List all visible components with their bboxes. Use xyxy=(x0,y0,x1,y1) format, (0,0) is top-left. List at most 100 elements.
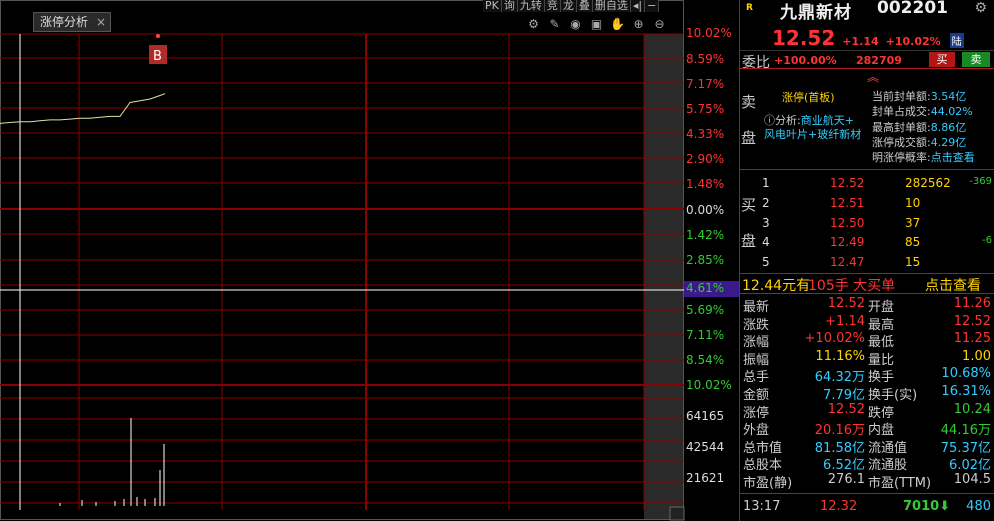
quote-label: 内盘 xyxy=(868,423,895,439)
quote-label: 流通股 xyxy=(868,458,908,474)
quote-label: 总市值 xyxy=(743,440,783,456)
quote-value: 75.37亿 xyxy=(940,440,991,456)
quote-label: 换手 xyxy=(868,370,895,386)
right-pane-bg xyxy=(644,34,684,520)
quote-row: 涨停 12.52 跌停 10.24 xyxy=(740,402,994,421)
quote-row: 总股本 6.52亿 流通股 6.02亿 xyxy=(740,454,994,474)
gear-icon[interactable]: ⚙ xyxy=(974,0,987,16)
overlay-button[interactable]: 叠 xyxy=(576,0,593,12)
big-order-row[interactable]: 12.44元有 105手 大买单 点击查看 xyxy=(740,274,994,294)
bid-change: -369 xyxy=(969,176,992,187)
quote-label: 总手 xyxy=(743,370,770,386)
buy-row[interactable]: 1 12.52 282562 -369 xyxy=(740,176,994,195)
zoom-out-icon[interactable]: ⊖ xyxy=(651,16,668,33)
stat-value: 3.54亿 xyxy=(930,90,967,103)
crosshair-value: 4.61% xyxy=(684,281,739,297)
sell-side-label: 盘 xyxy=(741,129,757,147)
buy-row[interactable]: 2 12.51 10 xyxy=(740,196,994,215)
buy-row[interactable]: 5 12.47 15 xyxy=(740,255,994,274)
bid-qty: 85 xyxy=(905,235,921,249)
quote-label: 振幅 xyxy=(743,352,770,368)
level: 3 xyxy=(762,216,770,230)
axis-label: 10.02% xyxy=(686,26,732,40)
analysis-prefix: ⓘ分析: xyxy=(764,114,801,127)
quote-label: 开盘 xyxy=(868,300,895,315)
eye-icon[interactable]: ◉ xyxy=(567,16,584,33)
inquiry-button[interactable]: 询 xyxy=(501,0,518,12)
buy-row[interactable]: 3 12.50 37 xyxy=(740,216,994,235)
stat-key: 最高封单额: xyxy=(872,121,931,134)
bid-qty: 37 xyxy=(905,216,921,230)
auction-button[interactable]: 竞 xyxy=(544,0,561,12)
minimize-button[interactable]: − xyxy=(645,0,660,12)
tick-volume: 7010⬇ xyxy=(903,499,950,514)
remove-watchlist-button[interactable]: 删自选 xyxy=(592,0,631,12)
tick-price: 12.32 xyxy=(820,499,858,514)
stat-value: 8.86亿 xyxy=(930,121,967,134)
sell-button[interactable]: 卖 xyxy=(962,52,990,67)
quote-value: 11.16% xyxy=(815,348,865,364)
quote-label: 外盘 xyxy=(743,423,770,439)
quote-value: 20.16万 xyxy=(814,423,865,439)
big-order-link[interactable]: 点击查看 xyxy=(925,275,981,295)
zoom-in-icon[interactable]: ⊕ xyxy=(630,16,647,33)
tick-seq: 480 xyxy=(966,499,991,514)
bid-price: 12.50 xyxy=(830,216,865,230)
briefcase-icon[interactable]: ▣ xyxy=(588,16,605,33)
quote-row: 总手 64.32万 换手 10.68% xyxy=(740,366,994,386)
quote-value: 104.5 xyxy=(953,472,991,487)
tab-limit-up-analysis[interactable]: 涨停分析 × xyxy=(33,12,111,32)
bid-qty: 282562 xyxy=(905,176,951,190)
stat-line[interactable]: 明涨停概率:点击查看 xyxy=(872,149,975,165)
price-change: +1.14 xyxy=(842,35,879,48)
price-axis: 10.02% 8.59% 7.17% 5.75% 4.33% 2.90% 1.4… xyxy=(684,0,739,521)
bid-price: 12.47 xyxy=(830,255,865,269)
quote-label: 涨停 xyxy=(743,405,770,421)
quote-value: 12.52 xyxy=(827,296,865,311)
quote-label: 总股本 xyxy=(743,458,783,474)
stat-value[interactable]: 点击查看 xyxy=(931,151,975,164)
settings-icon[interactable]: ⚙ xyxy=(525,16,542,33)
hand-icon[interactable]: ✋ xyxy=(609,16,626,33)
price-change-pct: +10.02% xyxy=(885,35,941,48)
analysis-tag[interactable]: 风电叶片+玻纤新材 xyxy=(764,128,861,141)
quote-value: 10.68% xyxy=(941,366,991,382)
quote-label: 市盈(静) xyxy=(743,476,793,491)
quote-label: 金额 xyxy=(743,388,770,403)
stock-header: R 九鼎新材 002201 ⚙ xyxy=(740,0,994,23)
nine-turn-button[interactable]: 九转 xyxy=(517,0,545,12)
axis-label: 2.90% xyxy=(686,152,725,166)
volume-axis-label: 64165 xyxy=(686,409,725,423)
quote-row: 最新 12.52 开盘 11.26 xyxy=(740,296,994,315)
quote-value: 16.31% xyxy=(941,384,991,399)
top-toolbar: PK 询 九转 竞 龙 叠 删自选 ◂| − xyxy=(483,0,660,12)
axis-label: 8.54% xyxy=(686,353,725,367)
quote-row: 振幅 11.16% 量比 1.00 xyxy=(740,348,994,368)
volume-axis-label: 42544 xyxy=(686,440,725,454)
big-order-price: 12.44元有 xyxy=(742,278,811,294)
collapse-button[interactable]: ◂| xyxy=(630,0,646,12)
pk-button[interactable]: PK xyxy=(483,0,502,12)
volume-axis-label: 21621 xyxy=(686,471,725,485)
axis-label: 0.00% xyxy=(686,203,725,217)
chevron-up-icon[interactable]: ︽ xyxy=(867,68,879,85)
close-icon[interactable]: × xyxy=(96,13,106,31)
intraday-chart[interactable]: B xyxy=(0,0,739,521)
buy-button[interactable]: 买 xyxy=(929,52,955,67)
stat-key: 涨停成交额: xyxy=(872,136,931,149)
stock-name[interactable]: 九鼎新材 xyxy=(780,0,852,23)
arrow-down-icon: ⬇ xyxy=(939,499,951,514)
stock-code[interactable]: 002201 xyxy=(877,0,948,18)
stat-key: 当前封单额: xyxy=(872,90,931,103)
bid-qty: 10 xyxy=(905,196,921,210)
draw-icon[interactable]: ✎ xyxy=(546,16,563,33)
quote-value: 276.1 xyxy=(827,472,865,487)
market-tag: 陆 xyxy=(949,33,964,48)
analysis-tag[interactable]: 商业航天+ xyxy=(801,114,854,127)
buy-row[interactable]: 4 12.49 85 -6 xyxy=(740,235,994,254)
level: 5 xyxy=(762,255,770,269)
dragon-button[interactable]: 龙 xyxy=(560,0,577,12)
quote-label: 涨跌 xyxy=(743,317,770,333)
bid-price: 12.52 xyxy=(830,176,865,190)
stat-value: 44.02% xyxy=(930,105,973,118)
